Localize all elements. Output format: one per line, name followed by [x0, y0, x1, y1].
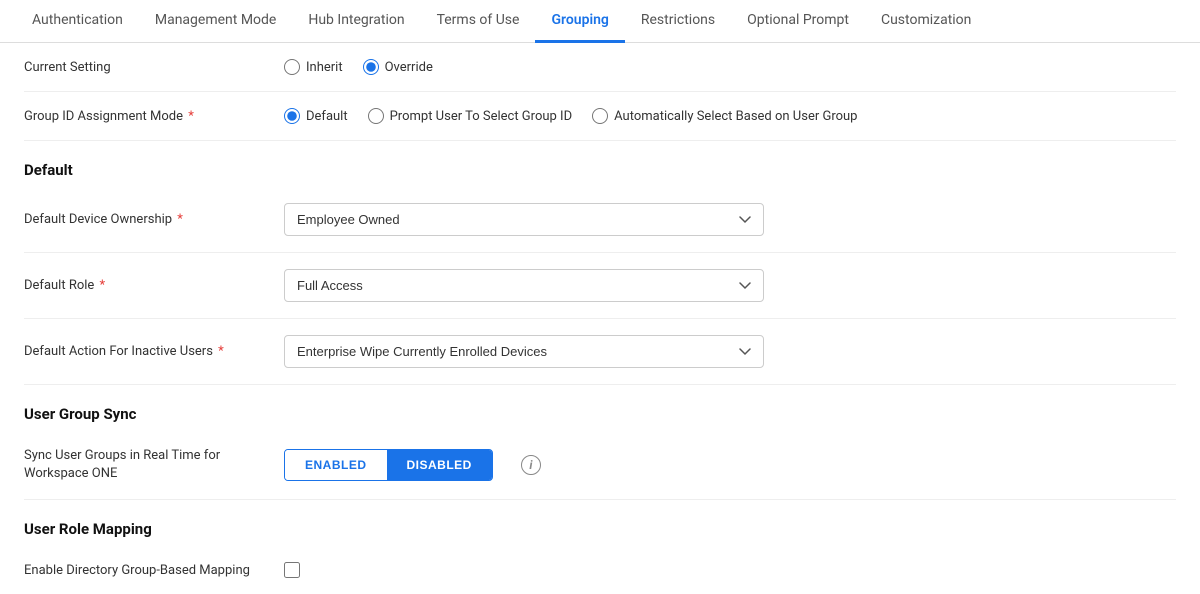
tab-terms-of-use[interactable]: Terms of Use	[421, 0, 536, 43]
group-id-auto-radio[interactable]	[592, 108, 608, 124]
tab-grouping[interactable]: Grouping	[535, 0, 624, 43]
inherit-radio-label[interactable]: Inherit	[284, 59, 343, 75]
current-setting-label: Current Setting	[24, 60, 284, 75]
device-ownership-required: *	[174, 212, 183, 227]
role-mapping-checkbox[interactable]	[284, 562, 300, 578]
group-id-required: *	[185, 109, 194, 124]
group-id-default-radio[interactable]	[284, 108, 300, 124]
tabs-container: Authentication Management Mode Hub Integ…	[0, 0, 1200, 43]
tab-restrictions[interactable]: Restrictions	[625, 0, 731, 43]
group-id-prompt-label[interactable]: Prompt User To Select Group ID	[368, 108, 573, 124]
override-radio-label[interactable]: Override	[363, 59, 433, 75]
default-action-select[interactable]: Enterprise Wipe Currently Enrolled Devic…	[284, 335, 764, 368]
sync-enabled-button[interactable]: ENABLED	[285, 450, 387, 480]
inherit-label: Inherit	[306, 60, 343, 75]
user-group-sync-header: User Group Sync	[24, 385, 1176, 431]
default-action-controls: Enterprise Wipe Currently Enrolled Devic…	[284, 335, 1176, 368]
sync-info-icon[interactable]: i	[521, 455, 541, 475]
default-device-ownership-label: Default Device Ownership *	[24, 212, 284, 227]
tab-hub-integration[interactable]: Hub Integration	[292, 0, 420, 43]
tab-optional-prompt[interactable]: Optional Prompt	[731, 0, 865, 43]
role-required: *	[96, 278, 105, 293]
default-device-ownership-select[interactable]: Employee Owned Corporate - Dedicated Cor…	[284, 203, 764, 236]
default-device-ownership-row: Default Device Ownership * Employee Owne…	[24, 187, 1176, 253]
group-id-controls: Default Prompt User To Select Group ID A…	[284, 108, 1176, 124]
group-id-row: Group ID Assignment Mode * Default Promp…	[24, 92, 1176, 141]
group-id-default-text: Default	[306, 109, 348, 124]
role-mapping-controls	[284, 562, 1176, 578]
current-setting-controls: Inherit Override	[284, 59, 1176, 75]
action-required: *	[215, 344, 224, 359]
group-id-auto-label[interactable]: Automatically Select Based on User Group	[592, 108, 857, 124]
default-section-header: Default	[24, 141, 1176, 187]
group-id-label: Group ID Assignment Mode *	[24, 109, 284, 124]
current-setting-row: Current Setting Inherit Override	[24, 43, 1176, 92]
group-id-default-label[interactable]: Default	[284, 108, 348, 124]
default-device-ownership-controls: Employee Owned Corporate - Dedicated Cor…	[284, 203, 1176, 236]
tab-authentication[interactable]: Authentication	[16, 0, 139, 43]
group-id-auto-text: Automatically Select Based on User Group	[614, 109, 857, 124]
tab-customization[interactable]: Customization	[865, 0, 987, 43]
default-role-label: Default Role *	[24, 278, 284, 293]
group-id-prompt-text: Prompt User To Select Group ID	[390, 109, 573, 124]
sync-controls: ENABLED DISABLED i	[284, 449, 1176, 481]
group-id-prompt-radio[interactable]	[368, 108, 384, 124]
inherit-radio[interactable]	[284, 59, 300, 75]
default-role-select[interactable]: Full Access Read Only	[284, 269, 764, 302]
default-role-row: Default Role * Full Access Read Only	[24, 253, 1176, 319]
override-radio[interactable]	[363, 59, 379, 75]
sync-toggle-group: ENABLED DISABLED	[284, 449, 493, 481]
role-mapping-row: Enable Directory Group-Based Mapping	[24, 546, 1176, 594]
sync-disabled-button[interactable]: DISABLED	[387, 450, 492, 480]
sync-label: Sync User Groups in Real Time for Worksp…	[24, 447, 284, 483]
tab-bar: Authentication Management Mode Hub Integ…	[0, 0, 1200, 43]
tab-management-mode[interactable]: Management Mode	[139, 0, 292, 43]
default-action-row: Default Action For Inactive Users * Ente…	[24, 319, 1176, 385]
override-label: Override	[385, 60, 433, 75]
default-role-controls: Full Access Read Only	[284, 269, 1176, 302]
main-content: Current Setting Inherit Override Group I…	[0, 43, 1200, 594]
role-mapping-label: Enable Directory Group-Based Mapping	[24, 563, 284, 578]
sync-row: Sync User Groups in Real Time for Worksp…	[24, 431, 1176, 500]
user-role-mapping-header: User Role Mapping	[24, 500, 1176, 546]
default-action-label: Default Action For Inactive Users *	[24, 344, 284, 359]
